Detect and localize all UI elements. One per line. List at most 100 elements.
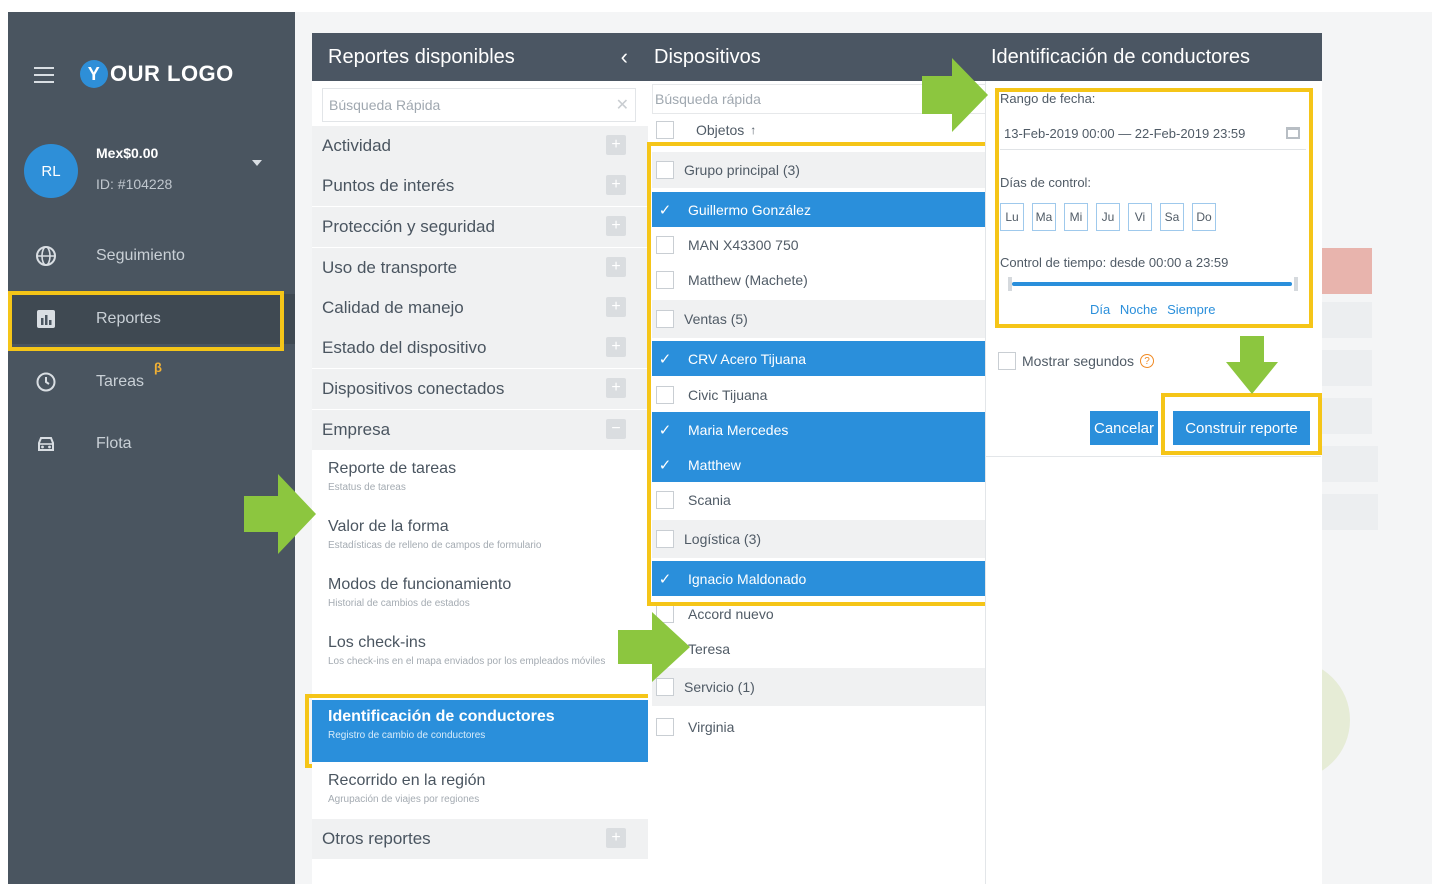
- report-title: Recorrido en la región: [328, 772, 486, 789]
- report-item[interactable]: Modos de funcionamiento Historial de cam…: [312, 568, 648, 624]
- plus-icon[interactable]: +: [606, 175, 626, 195]
- minus-icon[interactable]: −: [606, 419, 626, 439]
- report-item[interactable]: Los check-ins Los check-ins en el mapa e…: [312, 626, 648, 692]
- highlight-box-report: [305, 694, 655, 768]
- category-label: Protección y seguridad: [322, 217, 495, 236]
- show-seconds-label: Mostrar segundos: [1022, 353, 1135, 369]
- report-category[interactable]: Calidad de manejo +: [312, 288, 648, 328]
- app-root: Y OUR LOGO RL Mex$0.00 ID: #104228 Segui…: [0, 0, 1432, 884]
- plus-icon[interactable]: +: [606, 378, 626, 398]
- device-row[interactable]: Virginia: [652, 709, 986, 745]
- report-subtitle: Estadísticas de relleno de campos de for…: [328, 540, 542, 551]
- chevron-down-icon[interactable]: [252, 160, 262, 166]
- arrow-down-icon: [1226, 336, 1278, 394]
- report-subtitle: Estatus de tareas: [328, 482, 406, 493]
- chevron-left-icon[interactable]: ‹: [621, 44, 628, 70]
- sidebar-item-flota[interactable]: Flota: [8, 419, 295, 469]
- reports-search-placeholder: Búsqueda Rápida: [329, 97, 441, 113]
- background-chart-bar: [1322, 302, 1372, 338]
- report-category[interactable]: Estado del dispositivo +: [312, 328, 648, 368]
- highlight-box-date-range: [995, 88, 1313, 328]
- sort-arrow-icon[interactable]: ↑: [750, 123, 756, 137]
- background-chart-bar: [1322, 494, 1378, 530]
- show-seconds-row: Mostrar segundos ?: [998, 352, 1155, 370]
- plus-icon[interactable]: +: [606, 257, 626, 277]
- logo: Y OUR LOGO: [80, 60, 234, 88]
- reports-search-input[interactable]: Búsqueda Rápida ✕: [322, 88, 636, 122]
- help-icon[interactable]: ?: [1140, 354, 1155, 368]
- report-category[interactable]: Uso de transporte +: [312, 248, 648, 288]
- category-label: Puntos de interés: [322, 176, 455, 195]
- config-panel-header: Identificación de conductores: [985, 33, 1322, 81]
- sidebar-item-seguimiento[interactable]: Seguimiento: [8, 231, 295, 281]
- plus-icon[interactable]: +: [606, 828, 626, 848]
- report-category[interactable]: Dispositivos conectados +: [312, 369, 648, 409]
- category-label: Dispositivos conectados: [322, 379, 505, 398]
- device-label: Servicio (1): [684, 679, 755, 695]
- sidebar-item-tareas[interactable]: Tareas β: [8, 357, 295, 407]
- show-seconds-checkbox[interactable]: [998, 352, 1016, 370]
- user-balance: Mex$0.00: [96, 145, 159, 161]
- beta-badge: β: [154, 360, 162, 375]
- report-title: Los check-ins: [328, 634, 426, 651]
- report-category[interactable]: Actividad +: [312, 126, 648, 166]
- category-label: Empresa: [322, 420, 391, 439]
- report-subtitle: Los check-ins en el mapa enviados por lo…: [328, 656, 606, 667]
- report-item[interactable]: Recorrido en la región Agrupación de via…: [312, 764, 648, 816]
- report-subtitle: Agrupación de viajes por regiones: [328, 794, 480, 805]
- device-group-row[interactable]: Servicio (1): [652, 668, 986, 706]
- category-label: Actividad: [322, 136, 391, 155]
- reports-panel-header: Reportes disponibles ‹: [312, 33, 648, 81]
- arrow-right-icon: [922, 58, 988, 132]
- report-title: Valor de la forma: [328, 518, 449, 535]
- background-chart-bar: [1322, 446, 1378, 482]
- device-checkbox[interactable]: [656, 718, 674, 736]
- avatar[interactable]: RL: [24, 144, 78, 198]
- background-chart-bar: [1322, 398, 1372, 434]
- select-all-checkbox[interactable]: [656, 121, 674, 139]
- plus-icon[interactable]: +: [606, 216, 626, 236]
- globe-icon: [34, 244, 58, 268]
- device-label: Accord nuevo: [688, 605, 774, 622]
- config-panel-title: Identificación de conductores: [991, 45, 1251, 68]
- devices-search-placeholder: Búsqueda rápida: [655, 91, 761, 107]
- car-icon: [34, 432, 58, 456]
- report-title: Modos de funcionamiento: [328, 576, 512, 593]
- report-category-otros[interactable]: Otros reportes +: [312, 819, 648, 859]
- clock-icon: [34, 370, 58, 394]
- sidebar-item-label: Flota: [96, 435, 132, 452]
- objects-header-label: Objetos: [696, 122, 745, 138]
- plus-icon[interactable]: +: [606, 337, 626, 357]
- device-row[interactable]: Teresa: [652, 631, 986, 666]
- category-label: Uso de transporte: [322, 258, 458, 277]
- report-item[interactable]: Reporte de tareas Estatus de tareas: [312, 452, 648, 508]
- background-chart-bar: [1322, 248, 1372, 294]
- reports-panel-title: Reportes disponibles: [328, 45, 515, 68]
- sidebar-item-label: Tareas: [96, 373, 145, 390]
- arrow-right-icon: [618, 612, 690, 682]
- highlight-box-devices: [647, 142, 990, 606]
- device-label: Virginia: [688, 719, 735, 735]
- plus-icon[interactable]: +: [606, 297, 626, 317]
- highlight-box-build: [1161, 393, 1322, 455]
- logo-mark: Y: [80, 60, 108, 88]
- divider: [985, 456, 1321, 457]
- report-title: Reporte de tareas: [328, 460, 457, 477]
- report-category-empresa[interactable]: Empresa −: [312, 410, 648, 450]
- logo-text: OUR LOGO: [110, 61, 234, 86]
- arrow-right-icon: [244, 474, 316, 554]
- device-label: Teresa: [688, 640, 731, 657]
- report-subtitle: Historial de cambios de estados: [328, 598, 470, 609]
- report-category[interactable]: Puntos de interés +: [312, 166, 648, 206]
- report-category[interactable]: Protección y seguridad +: [312, 207, 648, 247]
- clear-icon[interactable]: ✕: [616, 95, 629, 115]
- report-item[interactable]: Valor de la forma Estadísticas de rellen…: [312, 510, 648, 566]
- cancel-button[interactable]: Cancelar: [1090, 411, 1158, 445]
- plus-icon[interactable]: +: [606, 135, 626, 155]
- background-chart-bar: [1322, 350, 1372, 386]
- sidebar: Y OUR LOGO RL Mex$0.00 ID: #104228 Segui…: [8, 12, 295, 884]
- category-label: Estado del dispositivo: [322, 338, 487, 357]
- menu-icon[interactable]: [34, 67, 54, 83]
- user-id: ID: #104228: [96, 176, 173, 192]
- sidebar-item-label: Seguimiento: [96, 247, 185, 264]
